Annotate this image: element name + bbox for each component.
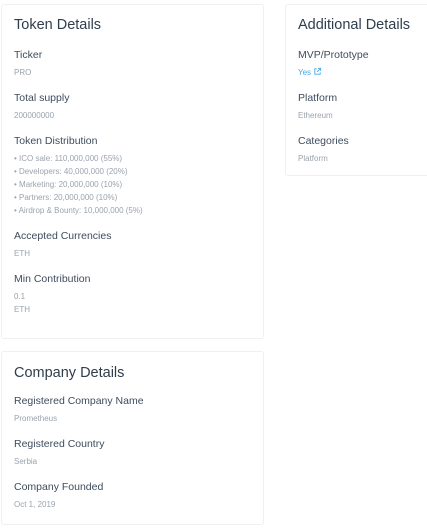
platform-label: Platform	[298, 92, 338, 104]
min-contribution-label: Min Contribution	[14, 273, 91, 285]
min-contribution-currency: ETH	[14, 305, 30, 314]
additional-details-card: Additional Details MVP/Prototype Yes Pla…	[285, 4, 427, 176]
token-details-title: Token Details	[14, 17, 102, 33]
registered-country-value: Serbia	[14, 457, 38, 466]
mvp-prototype-link[interactable]: Yes	[298, 66, 322, 79]
company-details-title: Company Details	[14, 365, 125, 381]
categories-value: Platform	[298, 154, 328, 163]
ticker-value: PRO	[14, 68, 32, 77]
accepted-currencies-label: Accepted Currencies	[14, 230, 112, 242]
accepted-currencies-value: ETH	[14, 249, 30, 258]
total-supply-value: 200000000	[14, 111, 55, 120]
company-founded-label: Company Founded	[14, 481, 104, 493]
registered-company-name-label: Registered Company Name	[14, 395, 144, 407]
token-distribution-list: • ICO sale: 110,000,000 (55%) • Develope…	[14, 152, 143, 217]
mvp-prototype-label: MVP/Prototype	[298, 49, 369, 61]
distribution-item: • ICO sale: 110,000,000 (55%)	[14, 154, 123, 163]
external-link-icon[interactable]	[313, 67, 322, 76]
distribution-item: • Developers: 40,000,000 (20%)	[14, 167, 128, 176]
total-supply-label: Total supply	[14, 92, 70, 104]
company-founded-value: Oct 1, 2019	[14, 500, 56, 509]
ticker-label: Ticker	[14, 49, 43, 61]
registered-country-label: Registered Country	[14, 438, 105, 450]
platform-value: Ethereum	[298, 111, 333, 120]
registered-company-name-value: Prometheus	[14, 414, 58, 423]
company-details-card: Company Details Registered Company Name …	[1, 351, 264, 525]
additional-details-title: Additional Details	[298, 17, 411, 33]
token-details-card: Token Details Ticker PRO Total supply 20…	[1, 4, 264, 339]
distribution-item: • Marketing: 20,000,000 (10%)	[14, 180, 123, 189]
token-distribution-label: Token Distribution	[14, 135, 98, 147]
min-contribution-amount: 0.1	[14, 292, 26, 301]
categories-label: Categories	[298, 135, 349, 147]
distribution-item: • Partners: 20,000,000 (10%)	[14, 193, 118, 202]
distribution-item: • Airdrop & Bounty: 10,000,000 (5%)	[14, 206, 143, 215]
mvp-prototype-value[interactable]: Yes	[298, 68, 311, 77]
